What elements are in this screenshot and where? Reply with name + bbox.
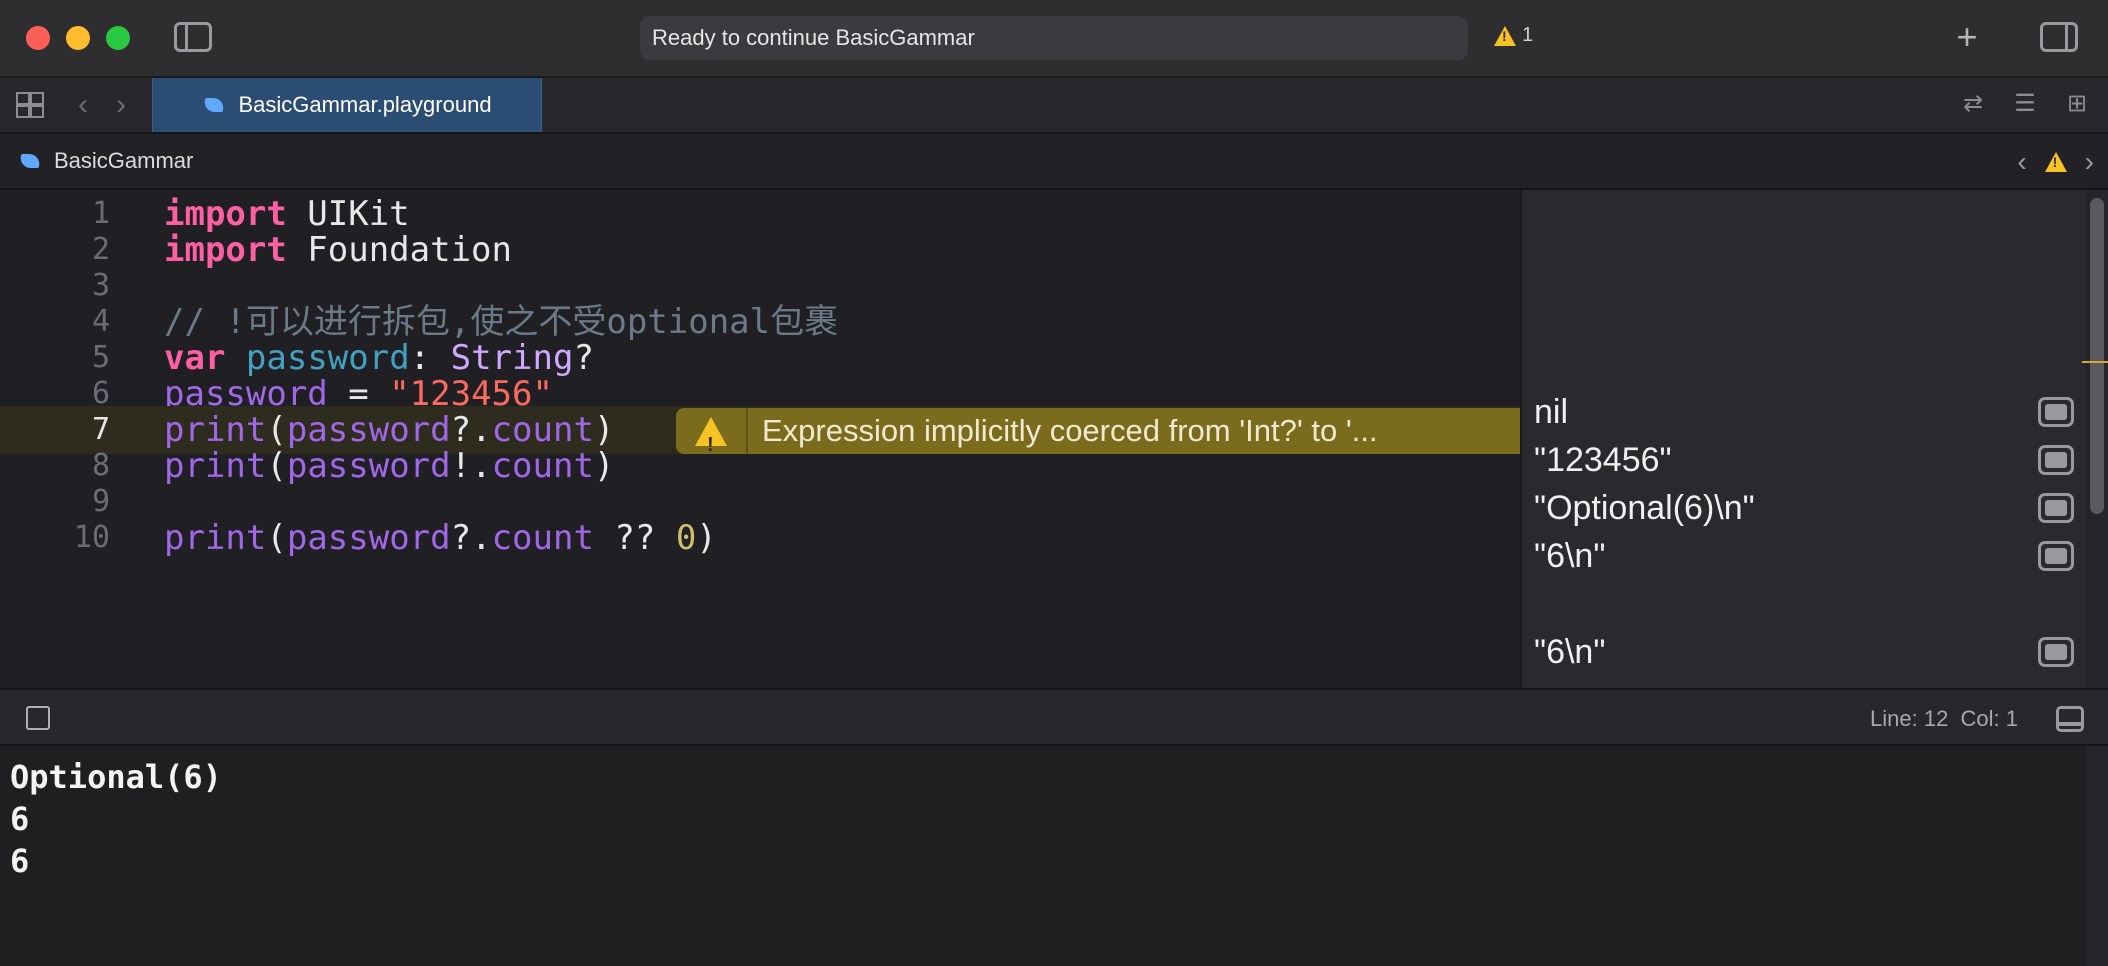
quick-look-icon[interactable] (2038, 493, 2074, 523)
inspector-toggle-icon[interactable] (2040, 22, 2078, 52)
swift-file-icon (18, 150, 42, 172)
result-value: "Optional(6)\n" (1534, 489, 1755, 527)
source-editor[interactable]: 1 import UIKit 2 import Foundation 3 4 /… (0, 190, 1520, 688)
breadcrumb[interactable]: BasicGammar (18, 148, 193, 174)
run-toggle-checkbox[interactable] (26, 706, 50, 730)
navigator-toggle-icon[interactable] (174, 22, 212, 52)
console-line: 6 (10, 800, 30, 838)
related-items-grid-icon[interactable] (16, 92, 44, 118)
next-issue-icon[interactable]: › (2085, 146, 2094, 178)
results-sidebar: nil "123456" "Optional(6)\n" "6\n" "6\n" (1520, 190, 2086, 688)
console-toggle-icon[interactable] (2056, 706, 2084, 732)
code-line: 10 print(password?.count ?? 0) (0, 514, 1520, 562)
warning-icon (2044, 152, 2067, 172)
cursor-position: Line: 12 Col: 1 (1870, 706, 2018, 731)
result-value: nil (1534, 393, 1569, 431)
xcode-window: Ready to continue BasicGammar 1 + ‹ › Ba… (0, 0, 2108, 966)
warning-count: 1 (1522, 24, 1534, 46)
swap-arrows-icon[interactable]: ⇄ (1958, 90, 1988, 118)
back-arrow-icon[interactable]: ‹ (78, 90, 88, 120)
warning-icon (1494, 25, 1516, 46)
quick-look-icon[interactable] (2038, 541, 2074, 571)
close-window-button[interactable] (26, 26, 50, 50)
tab-bar: ‹ › BasicGammar.playground ⇄ ☰ ⊞ (0, 78, 2108, 134)
previous-issue-icon[interactable]: ‹ (2017, 146, 2026, 178)
split-editor-icon[interactable]: ⊞ (2062, 90, 2092, 118)
quick-look-icon[interactable] (2038, 397, 2074, 427)
property-ref: count (491, 518, 594, 558)
quick-look-icon[interactable] (2038, 637, 2074, 667)
console-line: Optional(6) (10, 758, 222, 796)
optional-chain-op: ?. (450, 518, 492, 558)
result-line-8: "6\n" (1534, 532, 2074, 580)
add-library-button[interactable]: + (1950, 14, 1984, 60)
issue-navigation: ‹ › (2017, 146, 2094, 178)
editor-tools: ⇄ ☰ ⊞ (1958, 90, 2092, 118)
result-value: "6\n" (1534, 537, 1606, 575)
swift-file-icon (202, 94, 226, 116)
breadcrumb-file: BasicGammar (54, 148, 194, 173)
zoom-window-button[interactable] (106, 26, 130, 50)
nil-coalescing-op: ?? (593, 518, 676, 558)
console-scrollbar[interactable] (2086, 746, 2108, 966)
result-line-10: "6\n" (1534, 628, 2074, 676)
result-line-7: "Optional(6)\n" (1534, 484, 2074, 532)
editor-options-icon[interactable]: ☰ (2010, 90, 2040, 118)
result-line-5: nil (1534, 388, 2074, 436)
editor-scrollbar[interactable] (2086, 190, 2108, 688)
paren: ( (266, 518, 287, 558)
jump-bar: BasicGammar ‹ › (0, 134, 2108, 190)
activity-view: Ready to continue BasicGammar (640, 16, 1468, 60)
minimize-window-button[interactable] (66, 26, 90, 50)
paren: ) (696, 518, 717, 558)
quick-look-icon[interactable] (2038, 445, 2074, 475)
result-value: "6\n" (1534, 633, 1606, 671)
forward-arrow-icon[interactable]: › (116, 90, 126, 120)
activity-status-text: Ready to continue BasicGammar (652, 25, 975, 50)
title-bar: Ready to continue BasicGammar 1 + (0, 0, 2108, 78)
result-line-6: "123456" (1534, 436, 2074, 484)
number-literal: 0 (675, 518, 697, 558)
result-value: "123456" (1534, 441, 1672, 479)
console-output[interactable]: Optional(6) 6 6 (0, 746, 2086, 966)
debug-bar: Line: 12 Col: 1 (0, 688, 2108, 746)
variable-ref: password (286, 518, 451, 558)
warning-count-badge[interactable]: 1 (1494, 24, 1533, 47)
tab-basicgammar-playground[interactable]: BasicGammar.playground (152, 78, 542, 132)
warning-scroll-marker (2082, 361, 2108, 363)
scroll-thumb[interactable] (2090, 198, 2104, 514)
tab-label: BasicGammar.playground (238, 92, 492, 117)
console-line: 6 (10, 842, 30, 880)
line-number: 10 (73, 520, 110, 555)
function-call: print (164, 518, 267, 558)
